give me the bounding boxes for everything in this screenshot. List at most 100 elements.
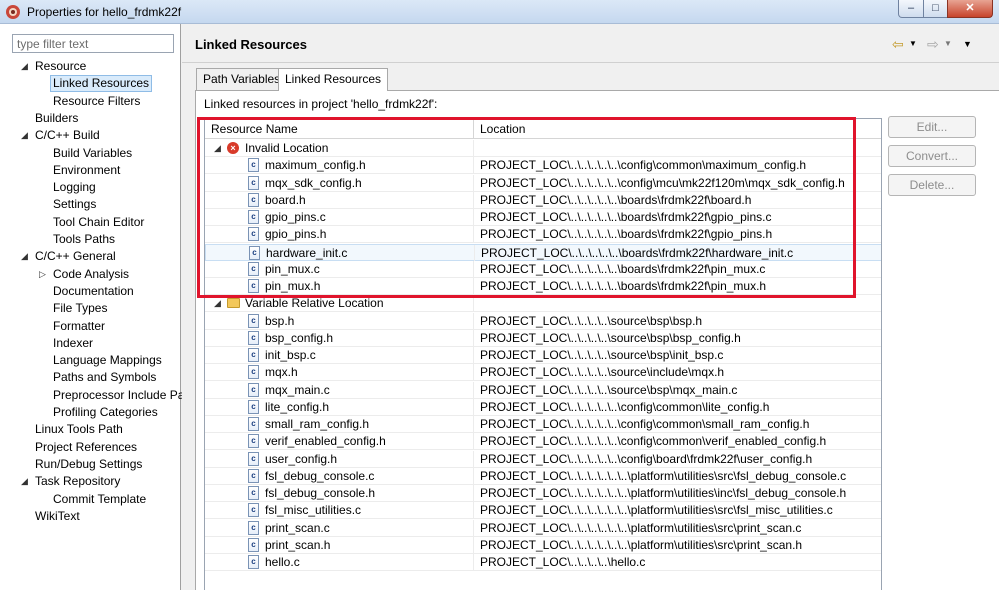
table-row[interactable]: c board.h PROJECT_LOC\..\..\..\..\..\board… — [205, 192, 881, 209]
table-row[interactable]: c mqx.h PROJECT_LOC\..\..\..\..\source\inc… — [205, 364, 881, 381]
tree-item[interactable]: Code Analysis — [53, 266, 129, 283]
c-file-icon: c — [248, 158, 259, 172]
tree-item[interactable]: Logging — [53, 179, 96, 196]
delete-button[interactable]: Delete... — [888, 174, 976, 196]
table-row[interactable]: c maximum_config.h PROJECT_LOC\..\..\..\..… — [205, 157, 881, 174]
tree-item[interactable]: Tools Paths — [53, 231, 115, 248]
table-row[interactable]: c mqx_main.c PROJECT_LOC\..\..\..\..\sourc… — [205, 382, 881, 399]
table-row[interactable]: c print_scan.c PROJECT_LOC\..\..\..\..\..\… — [205, 520, 881, 537]
table-row[interactable]: c pin_mux.c PROJECT_LOC\..\..\..\..\..\boa… — [205, 261, 881, 278]
tree-item[interactable]: Linux Tools Path — [35, 421, 123, 438]
table-row[interactable]: c hardware_init.c PROJECT_LOC\..\..\..\..\… — [205, 244, 881, 261]
location-cell: PROJECT_LOC\..\..\..\..\..\config\mcu\mk… — [473, 175, 881, 191]
group-expand-toggle-icon[interactable]: ◢ — [214, 295, 221, 311]
tree-expand-toggle-icon[interactable]: ▷ — [39, 266, 46, 283]
tree-expand-toggle-icon[interactable]: ◢ — [21, 473, 28, 490]
c-file-icon: c — [248, 176, 259, 190]
tree-item[interactable]: Resource — [35, 58, 86, 75]
column-header-location[interactable]: Location — [473, 119, 881, 139]
resource-name-cell: user_config.h — [265, 452, 338, 466]
column-header-resource-name[interactable]: Resource Name — [205, 119, 473, 139]
group-name: Variable Relative Location — [245, 296, 384, 310]
table-row[interactable]: c fsl_debug_console.c PROJECT_LOC\..\..\..… — [205, 468, 881, 485]
forward-menu-chevron-icon[interactable]: ▼ — [944, 39, 952, 48]
tree-item[interactable]: Run/Debug Settings — [35, 456, 142, 473]
tree-item[interactable]: Environment — [53, 162, 120, 179]
tree-item[interactable]: Indexer — [53, 335, 93, 352]
tree-item[interactable]: Preprocessor Include Pa — [53, 387, 184, 404]
tree-item[interactable]: Profiling Categories — [53, 404, 158, 421]
resource-name-cell: hardware_init.c — [266, 246, 348, 260]
table-row[interactable]: c print_scan.h PROJECT_LOC\..\..\..\..\..\… — [205, 537, 881, 554]
location-cell: PROJECT_LOC\..\..\..\..\..\boards\frdmk2… — [473, 192, 881, 208]
table-row[interactable]: c gpio_pins.c PROJECT_LOC\..\..\..\..\..\b… — [205, 209, 881, 226]
table-row[interactable]: c verif_enabled_config.h PROJECT_LOC\..\..… — [205, 433, 881, 450]
resource-name-cell: print_scan.c — [265, 521, 330, 535]
minimize-button[interactable]: – — [898, 0, 924, 18]
title-bar: Properties for hello_frdmk22f – □ ✕ — [0, 0, 999, 24]
convert-button[interactable]: Convert... — [888, 145, 976, 167]
tree-expand-toggle-icon[interactable]: ◢ — [21, 127, 28, 144]
table-group-row[interactable]: ◢ × Invalid Location — [205, 140, 881, 157]
tab-linked-resources[interactable]: Linked Resources — [278, 68, 389, 91]
tree-item[interactable]: Formatter — [53, 318, 105, 335]
c-file-icon: c — [248, 400, 259, 414]
tree-item[interactable]: C/C++ General — [35, 248, 116, 265]
tree-item[interactable]: Documentation — [53, 283, 134, 300]
tree-item[interactable]: Settings — [53, 196, 96, 213]
tree-item[interactable]: Commit Template — [53, 491, 146, 508]
table-row[interactable]: c user_config.h PROJECT_LOC\..\..\..\..\..… — [205, 451, 881, 468]
c-file-icon: c — [248, 210, 259, 224]
location-cell: PROJECT_LOC\..\..\..\..\..\boards\frdmk2… — [473, 278, 881, 294]
back-menu-chevron-icon[interactable]: ▼ — [909, 39, 917, 48]
c-file-icon: c — [248, 538, 259, 552]
group-expand-toggle-icon[interactable]: ◢ — [214, 140, 221, 156]
table-row[interactable]: c small_ram_config.h PROJECT_LOC\..\..\..\… — [205, 416, 881, 433]
c-file-icon: c — [248, 193, 259, 207]
table-row[interactable]: c gpio_pins.h PROJECT_LOC\..\..\..\..\..\b… — [205, 226, 881, 243]
tree-item[interactable]: Tool Chain Editor — [53, 214, 144, 231]
back-arrow-icon[interactable]: ⇦ — [892, 36, 904, 53]
resource-name-cell: init_bsp.c — [265, 348, 316, 362]
tree-item[interactable]: Project References — [35, 439, 137, 456]
tree-item[interactable]: WikiText — [35, 508, 80, 525]
tree-item[interactable]: File Types — [53, 300, 107, 317]
tab-path-variables[interactable]: Path Variables — [196, 68, 288, 90]
table-row[interactable]: c pin_mux.h PROJECT_LOC\..\..\..\..\..\boa… — [205, 278, 881, 295]
tree-item[interactable]: Task Repository — [35, 473, 120, 490]
resource-name-cell: print_scan.h — [265, 538, 331, 552]
tree-item[interactable]: Builders — [35, 110, 78, 127]
table-row[interactable]: c fsl_misc_utilities.c PROJECT_LOC\..\..\.… — [205, 502, 881, 519]
c-file-icon: c — [248, 279, 259, 293]
table-row[interactable]: c lite_config.h PROJECT_LOC\..\..\..\..\..… — [205, 399, 881, 416]
tree-item[interactable]: Linked Resources — [50, 75, 153, 92]
linked-resources-table[interactable]: Resource Name Location ◢ × Invalid Locatio… — [204, 118, 882, 590]
filter-input[interactable] — [12, 34, 174, 53]
table-row[interactable]: c bsp.h PROJECT_LOC\..\..\..\..\source\bsp… — [205, 313, 881, 330]
tree-expand-toggle-icon[interactable]: ◢ — [21, 248, 28, 265]
close-button[interactable]: ✕ — [947, 0, 993, 18]
table-row[interactable]: c hello.c PROJECT_LOC\..\..\..\..\hello.c — [205, 554, 881, 571]
page-navigation: ⇦ ▼ ⇨ ▼ ▼ — [892, 36, 992, 52]
tree-item[interactable]: C/C++ Build — [35, 127, 100, 144]
tree-item[interactable]: Build Variables — [53, 145, 132, 162]
maximize-button[interactable]: □ — [923, 0, 948, 18]
table-row[interactable]: c init_bsp.c PROJECT_LOC\..\..\..\..\sourc… — [205, 347, 881, 364]
table-row[interactable]: c bsp_config.h PROJECT_LOC\..\..\..\..\sou… — [205, 330, 881, 347]
table-row[interactable]: c fsl_debug_console.h PROJECT_LOC\..\..\..… — [205, 485, 881, 502]
group-location-cell — [473, 140, 881, 156]
c-file-icon: c — [248, 486, 259, 500]
view-menu-chevron-icon[interactable]: ▼ — [963, 39, 972, 49]
forward-arrow-icon[interactable]: ⇨ — [927, 36, 939, 53]
table-row[interactable]: c mqx_sdk_config.h PROJECT_LOC\..\..\..\..… — [205, 175, 881, 192]
location-cell: PROJECT_LOC\..\..\..\..\..\boards\frdmk2… — [473, 209, 881, 225]
tree-expand-toggle-icon[interactable]: ◢ — [21, 58, 28, 75]
tree-item[interactable]: Paths and Symbols — [53, 369, 156, 386]
table-group-row[interactable]: ◢ Variable Relative Location — [205, 295, 881, 312]
tree-item[interactable]: Language Mappings — [53, 352, 162, 369]
resource-name-cell: mqx.h — [265, 365, 298, 379]
error-icon: × — [227, 142, 239, 154]
edit-button[interactable]: Edit... — [888, 116, 976, 138]
tab-content: Linked resources in project 'hello_frdmk… — [195, 90, 999, 590]
tree-item[interactable]: Resource Filters — [53, 93, 140, 110]
